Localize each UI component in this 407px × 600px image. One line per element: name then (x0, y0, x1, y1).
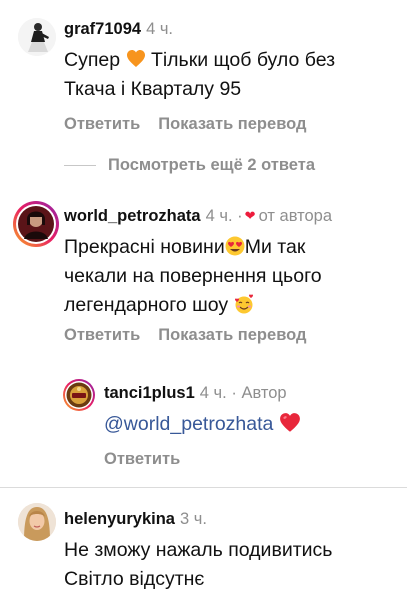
view-more-replies-button[interactable]: Посмотреть ещё 2 ответа (64, 155, 315, 175)
comment-text-line: чекали на повернення цього (64, 265, 322, 287)
comment-text: Прекрасні новини Ми так (64, 235, 305, 259)
comment-text-part: Супер (64, 49, 121, 71)
comment-meta: world_petrozhata 4 ч. · ❤ от автора (64, 206, 332, 227)
mention-link[interactable]: @world_petrozhata (104, 413, 273, 435)
small-red-heart-icon: ❤ (244, 208, 256, 223)
heart-eyes-emoji-icon (225, 236, 245, 256)
avatar[interactable] (18, 18, 56, 56)
reply-button[interactable]: Ответить (64, 115, 140, 133)
red-heart-icon (279, 413, 300, 432)
reply-actions: Ответить (104, 449, 180, 469)
comment-text-line: Світло відсутнє (64, 568, 205, 590)
divider-line (64, 165, 96, 167)
reply-text: @world_petrozhata (104, 412, 301, 436)
avatar[interactable] (18, 503, 56, 541)
comment-text: Супер Тільки щоб було без (64, 48, 335, 72)
view-more-replies-label: Посмотреть ещё 2 ответа (108, 156, 315, 174)
avatar[interactable] (13, 201, 59, 247)
timestamp: 4 ч. (199, 384, 227, 402)
separator: · (237, 207, 243, 225)
author-liked-label: от автора (258, 207, 332, 225)
author-badge: Автор (241, 384, 287, 402)
username[interactable]: helenyurykina (64, 510, 175, 528)
orange-heart-icon (126, 50, 145, 67)
username[interactable]: world_petrozhata (64, 207, 201, 225)
comment-text-part: Тільки щоб було без (150, 49, 336, 71)
username[interactable]: tanci1plus1 (104, 384, 195, 402)
translate-button[interactable]: Показать перевод (158, 326, 306, 344)
comment-actions: Ответить Показать перевод (64, 325, 306, 345)
comment-meta: graf71094 4 ч. (64, 19, 173, 39)
translate-button[interactable]: Показать перевод (158, 115, 306, 133)
comment-text-line: Ткача і Кварталу 95 (64, 78, 242, 100)
comment-actions: Ответить Показать перевод (64, 114, 306, 134)
separator: · (231, 384, 237, 402)
timestamp: 3 ч. (179, 510, 207, 528)
divider (0, 487, 407, 488)
smiling-face-with-hearts-icon (234, 294, 253, 314)
comment-text-part: Ми так (244, 236, 306, 258)
reply-button[interactable]: Ответить (104, 450, 180, 468)
comment-text-part: Прекрасні новини (64, 236, 225, 258)
comment-text-part: легендарного шоу (64, 294, 229, 316)
comment-meta: helenyurykina 3 ч. (64, 509, 207, 529)
reply-meta: tanci1plus1 4 ч. · Автор (104, 383, 287, 403)
avatar[interactable] (63, 379, 95, 411)
timestamp: 4 ч. (146, 20, 174, 38)
comment-text-line: Не зможу нажаль подивитись (64, 539, 333, 561)
username[interactable]: graf71094 (64, 20, 141, 38)
comment-text-line: легендарного шоу (64, 293, 254, 317)
timestamp: 4 ч. (205, 207, 233, 225)
reply-button[interactable]: Ответить (64, 326, 140, 344)
